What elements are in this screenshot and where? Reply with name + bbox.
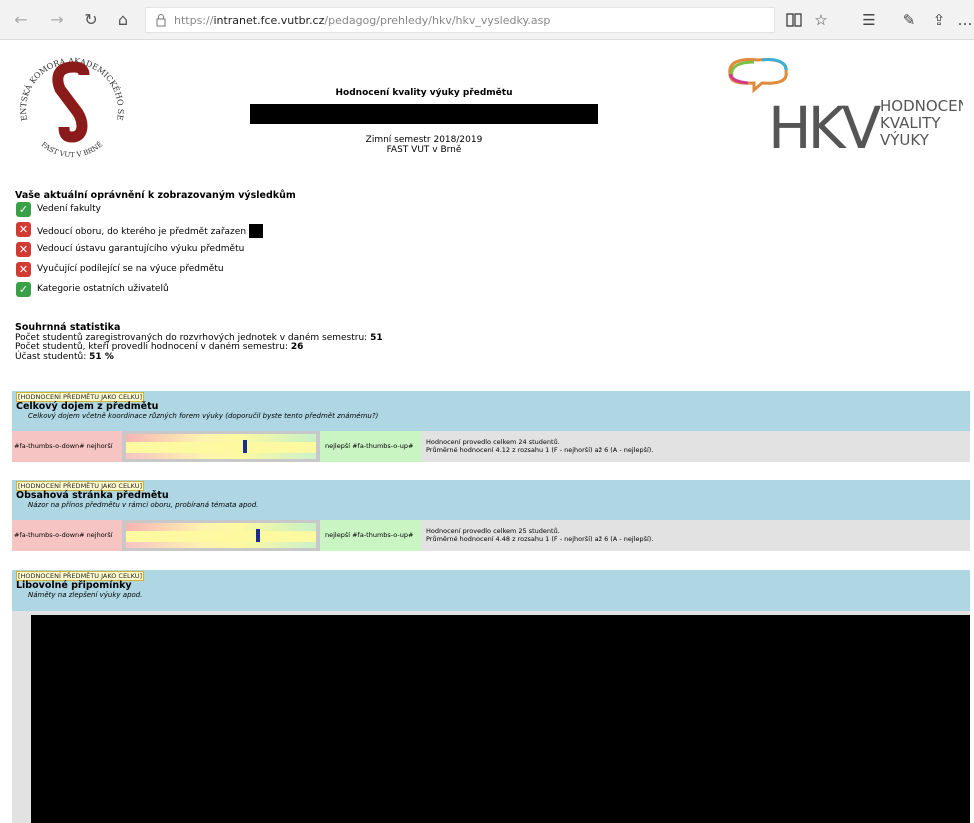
best-label: nejlepší #fa-thumbs-o-up# <box>320 431 421 462</box>
section-tag: [HODNOCENÍ PŘEDMĚTU JAKO CELKU] <box>16 481 145 491</box>
svg-text:STUDENTSKÁ KOMORA AKADEMICKÉHO: STUDENTSKÁ KOMORA AKADEMICKÉHO SENÁTU <box>12 45 125 122</box>
section-header: [HODNOCENÍ PŘEDMĚTU JAKO CELKU] Celkový … <box>12 391 970 431</box>
stats-participation: Účast studentů: 51 % <box>15 351 114 362</box>
svg-text:VÝUKY: VÝUKY <box>880 130 930 149</box>
ellipsis-icon[interactable]: … <box>956 9 974 31</box>
stats-title: Souhrnná statistika <box>15 322 121 333</box>
section-title: Libovolné připomínky <box>16 580 132 591</box>
permission-label: Vedoucí ústavu garantujícího výuku předm… <box>37 244 245 254</box>
cross-icon: ✕ <box>16 222 31 237</box>
section-description: Náměty na zlepšení výuky apod. <box>28 591 143 599</box>
home-icon[interactable]: ⌂ <box>112 9 134 31</box>
reading-view-book-icon[interactable] <box>783 9 805 31</box>
worst-label: #fa-thumbs-o-down# nejhorší <box>12 431 122 462</box>
rating-info: Hodnocení provedlo celkem 25 studentů. P… <box>426 527 654 543</box>
permission-label: Kategorie ostatních uživatelů <box>37 284 169 294</box>
best-label: nejlepší #fa-thumbs-o-up# <box>320 520 421 551</box>
section-description: Názor na přínos předmětu v rámci oboru, … <box>28 501 259 509</box>
share-icon[interactable]: ⇪ <box>928 9 950 31</box>
report-header: Hodnocení kvality výuky předmětu Zimní s… <box>250 88 598 155</box>
favorites-list-icon[interactable]: ☰ <box>858 9 880 31</box>
student-chamber-seal-logo: STUDENTSKÁ KOMORA AKADEMICKÉHO SENÁTU FA… <box>12 45 125 159</box>
section-tag: [HODNOCENÍ PŘEDMĚTU JAKO CELKU] <box>16 571 145 581</box>
svg-text:HODNOCENÍ: HODNOCENÍ <box>880 96 963 115</box>
checkmark-icon: ✓ <box>16 282 31 297</box>
lock-icon <box>156 14 166 27</box>
section-description: Celkový dojem včetně koordinace různých … <box>28 412 379 420</box>
checkmark-icon: ✓ <box>16 202 31 217</box>
permission-label: Vedoucí oboru, do kterého je předmět zař… <box>37 224 264 238</box>
url-text: https://intranet.fce.vutbr.cz/pedagog/pr… <box>174 14 551 27</box>
svg-text:HKV: HKV <box>768 94 882 152</box>
section-title: Obsahová stránka předmětu <box>16 490 169 501</box>
rating-bar <box>122 431 320 462</box>
pen-icon[interactable]: ✎ <box>898 9 920 31</box>
cross-icon: ✕ <box>16 262 31 277</box>
redacted-field <box>249 224 264 238</box>
redacted-comments <box>31 615 970 823</box>
permissions-title: Vaše aktuální oprávnění k zobrazovaným v… <box>15 190 296 201</box>
page-title: Hodnocení kvality výuky předmětu <box>335 88 513 98</box>
svg-text:KVALITY: KVALITY <box>880 114 941 132</box>
forward-arrow-icon[interactable]: → <box>46 9 68 31</box>
section-header: [HODNOCENÍ PŘEDMĚTU JAKO CELKU] Obsahová… <box>12 480 970 520</box>
hkv-logo: HKV HODNOCENÍ KVALITY VÝUKY <box>728 58 963 152</box>
section-tag: [HODNOCENÍ PŘEDMĚTU JAKO CELKU] <box>16 392 145 402</box>
section-header: [HODNOCENÍ PŘEDMĚTU JAKO CELKU] Libovoln… <box>12 570 970 611</box>
worst-label: #fa-thumbs-o-down# nejhorší <box>12 520 122 551</box>
svg-text:FAST VUT V BRNĚ: FAST VUT V BRNĚ <box>40 140 105 159</box>
average-marker <box>256 529 261 542</box>
permission-label: Vedení fakulty <box>37 204 101 214</box>
star-icon[interactable]: ☆ <box>810 9 832 31</box>
cross-icon: ✕ <box>16 242 31 257</box>
average-marker <box>242 440 247 453</box>
section-title: Celkový dojem z předmětu <box>16 401 159 412</box>
back-arrow-icon[interactable]: ← <box>10 9 32 31</box>
permission-label: Vyučující podílející se na výuce předmět… <box>37 264 224 274</box>
rating-row: #fa-thumbs-o-down# nejhorší nejlepší #fa… <box>12 431 970 462</box>
redacted-subject-name <box>250 104 598 124</box>
rating-info: Hodnocení provedlo celkem 24 studentů. P… <box>426 438 654 454</box>
rating-bar <box>122 520 320 551</box>
rating-row: #fa-thumbs-o-down# nejhorší nejlepší #fa… <box>12 520 970 551</box>
refresh-icon[interactable]: ↻ <box>80 9 102 31</box>
browser-toolbar: ← → ↻ ⌂ https://intranet.fce.vutbr.cz/pe… <box>0 0 974 40</box>
semester-label: Zimní semestr 2018/2019 FAST VUT v Brně <box>365 135 483 155</box>
summary-statistics: Souhrnná statistika Počet studentů zareg… <box>15 323 383 362</box>
address-bar[interactable]: https://intranet.fce.vutbr.cz/pedagog/pr… <box>145 7 775 33</box>
